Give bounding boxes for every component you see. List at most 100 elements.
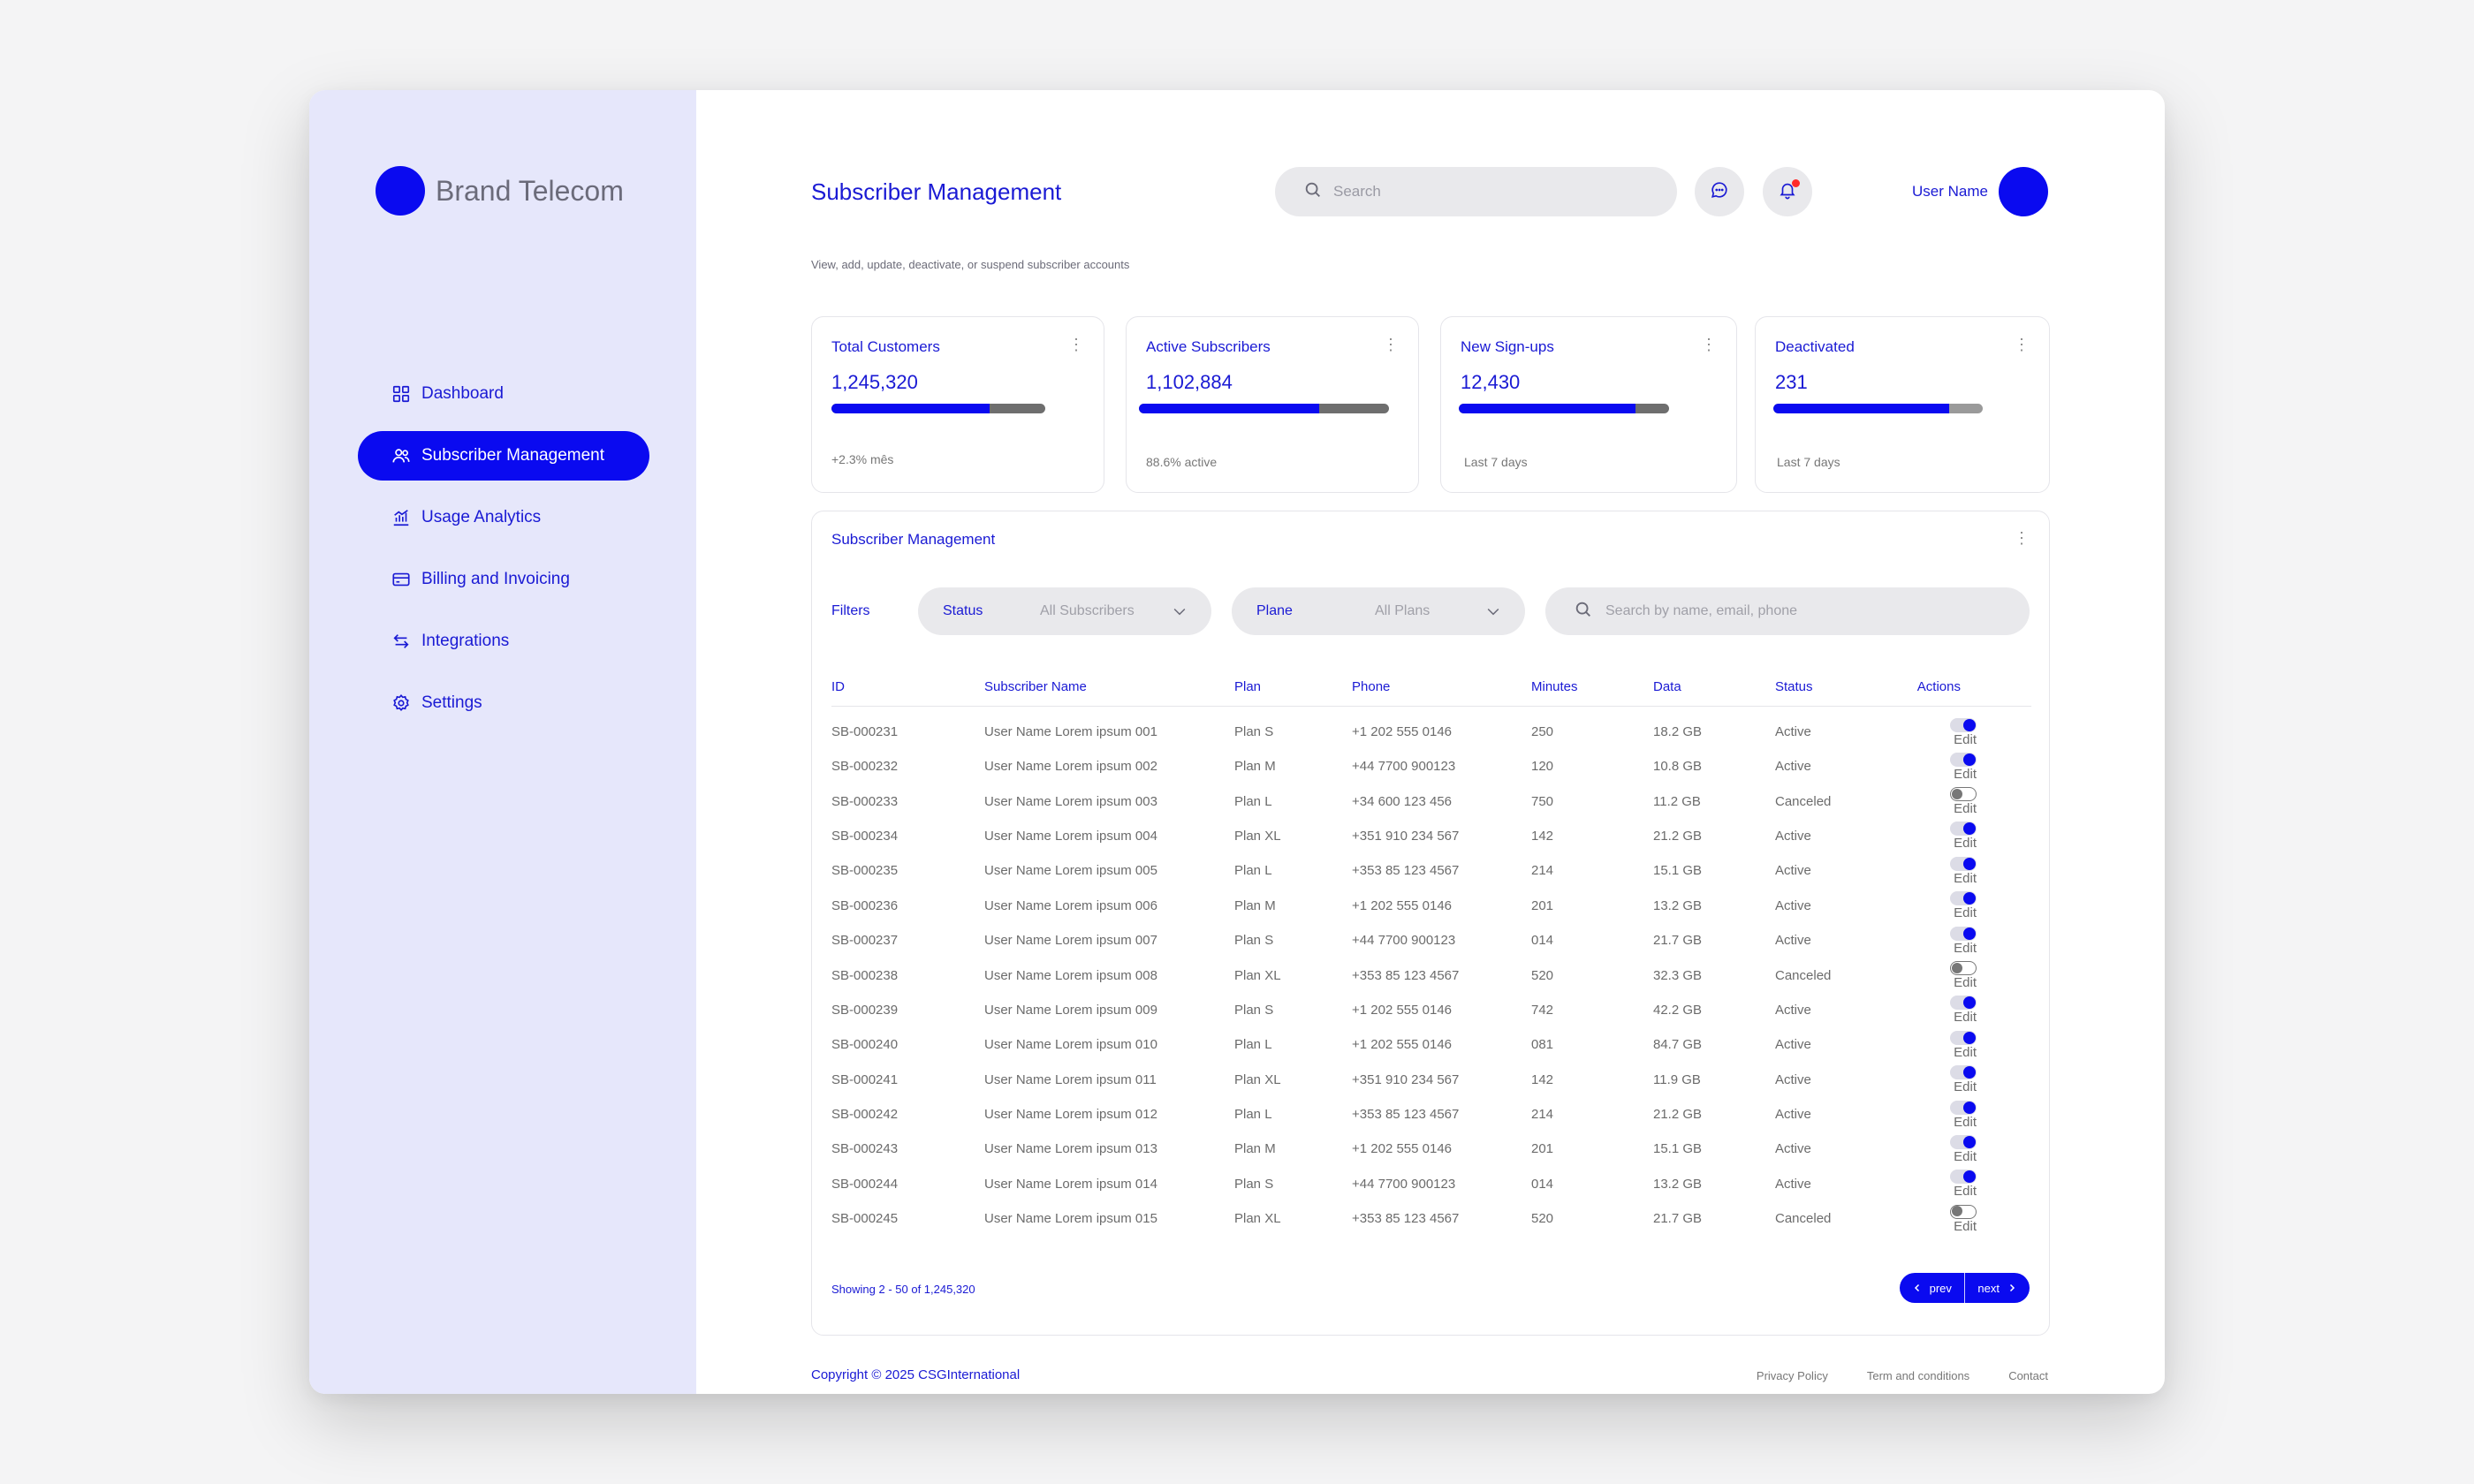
- table-row[interactable]: SB-000241 User Name Lorem ipsum 011 Plan X…: [831, 1063, 2031, 1097]
- sidebar-item-usage-analytics[interactable]: Usage Analytics: [358, 493, 649, 542]
- avatar: [1999, 167, 2048, 216]
- cell-status: Active: [1775, 1176, 1811, 1192]
- more-icon[interactable]: ⋮: [1701, 337, 1717, 352]
- status-toggle[interactable]: [1950, 1030, 1977, 1045]
- messages-button[interactable]: [1695, 167, 1744, 216]
- status-toggle[interactable]: [1950, 1100, 1977, 1115]
- sidebar-item-integrations[interactable]: Integrations: [358, 617, 649, 666]
- table-row[interactable]: SB-000240 User Name Lorem ipsum 010 Plan L…: [831, 1027, 2031, 1062]
- sidebar-item-dashboard[interactable]: Dashboard: [358, 369, 649, 419]
- table-search-input[interactable]: [1605, 603, 2012, 619]
- cell-data: 18.2 GB: [1653, 724, 1703, 740]
- edit-link[interactable]: Edit: [1954, 871, 1977, 886]
- table-row[interactable]: SB-000243 User Name Lorem ipsum 013 Plan M…: [831, 1132, 2031, 1166]
- brand[interactable]: Brand Telecom: [376, 166, 624, 216]
- pagination: prev next: [1899, 1273, 2030, 1303]
- status-toggle[interactable]: [1950, 1170, 1977, 1185]
- cell-data: 21.2 GB: [1653, 1107, 1703, 1123]
- table-row[interactable]: SB-000239 User Name Lorem ipsum 009 Plan S…: [831, 993, 2031, 1027]
- table-row[interactable]: SB-000235 User Name Lorem ipsum 005 Plan L…: [831, 853, 2031, 888]
- terms-link[interactable]: Term and conditions: [1867, 1369, 1969, 1382]
- more-icon[interactable]: ⋮: [1383, 337, 1399, 352]
- edit-link[interactable]: Edit: [1954, 1045, 1977, 1060]
- cell-data: 21.7 GB: [1653, 1211, 1703, 1227]
- status-toggle[interactable]: [1950, 752, 1977, 767]
- edit-link[interactable]: Edit: [1954, 905, 1977, 920]
- table-row[interactable]: SB-000236 User Name Lorem ipsum 006 Plan M…: [831, 889, 2031, 923]
- contact-link[interactable]: Contact: [2008, 1369, 2048, 1382]
- status-toggle[interactable]: [1950, 856, 1977, 871]
- notifications-button[interactable]: [1763, 167, 1812, 216]
- user-menu[interactable]: User Name: [1912, 167, 2048, 216]
- cell-phone: +1 202 555 0146: [1352, 724, 1453, 740]
- edit-link[interactable]: Edit: [1954, 941, 1977, 956]
- status-toggle[interactable]: [1950, 961, 1977, 976]
- card-title: New Sign-ups: [1461, 338, 1554, 355]
- cell-name: User Name Lorem ipsum 014: [984, 1176, 1157, 1192]
- status-toggle[interactable]: [1950, 891, 1977, 906]
- table-row[interactable]: SB-000244 User Name Lorem ipsum 014 Plan S…: [831, 1167, 2031, 1201]
- cell-phone: +353 85 123 4567: [1352, 1211, 1460, 1227]
- sidebar-item-settings[interactable]: Settings: [358, 678, 649, 728]
- edit-link[interactable]: Edit: [1954, 732, 1977, 747]
- sidebar-item-billing[interactable]: Billing and Invoicing: [358, 555, 649, 604]
- edit-link[interactable]: Edit: [1954, 836, 1977, 851]
- prev-page-button[interactable]: prev: [1900, 1273, 1964, 1303]
- status-toggle[interactable]: [1950, 926, 1977, 941]
- table-row[interactable]: SB-000237 User Name Lorem ipsum 007 Plan S…: [831, 923, 2031, 958]
- table-row[interactable]: SB-000232 User Name Lorem ipsum 002 Plan M…: [831, 749, 2031, 784]
- cell-plan: Plan XL: [1234, 1211, 1281, 1227]
- edit-link[interactable]: Edit: [1954, 1184, 1977, 1199]
- table-row[interactable]: SB-000234 User Name Lorem ipsum 004 Plan X…: [831, 819, 2031, 853]
- cell-status: Active: [1775, 1002, 1811, 1018]
- cell-plan: Plan L: [1234, 863, 1272, 879]
- column-header-name[interactable]: Subscriber Name: [984, 669, 1234, 707]
- progress-fill: [1773, 404, 1950, 413]
- privacy-policy-link[interactable]: Privacy Policy: [1757, 1369, 1828, 1382]
- card-value: 1,245,320: [831, 371, 918, 393]
- column-header-phone[interactable]: Phone: [1352, 669, 1531, 707]
- table-search[interactable]: [1545, 587, 2030, 635]
- more-icon[interactable]: ⋮: [2014, 337, 2030, 352]
- global-search[interactable]: [1275, 167, 1677, 216]
- status-toggle[interactable]: [1950, 996, 1977, 1011]
- more-icon[interactable]: ⋮: [2014, 529, 2030, 548]
- column-header-plan[interactable]: Plan: [1234, 669, 1352, 707]
- column-header-status[interactable]: Status: [1775, 669, 1899, 707]
- column-header-id[interactable]: ID: [831, 669, 984, 707]
- search-input[interactable]: [1333, 183, 1651, 201]
- table-row[interactable]: SB-000233 User Name Lorem ipsum 003 Plan L…: [831, 784, 2031, 818]
- column-header-data[interactable]: Data: [1653, 669, 1775, 707]
- table-row[interactable]: SB-000245 User Name Lorem ipsum 015 Plan X…: [831, 1201, 2031, 1236]
- chevron-right-icon: [2009, 1283, 2015, 1292]
- table-row[interactable]: SB-000238 User Name Lorem ipsum 008 Plan X…: [831, 958, 2031, 992]
- column-header-minutes[interactable]: Minutes: [1531, 669, 1653, 707]
- plan-filter[interactable]: Plane All Plans: [1232, 587, 1525, 635]
- edit-link[interactable]: Edit: [1954, 1010, 1977, 1025]
- table-row[interactable]: SB-000242 User Name Lorem ipsum 012 Plan L…: [831, 1097, 2031, 1132]
- edit-link[interactable]: Edit: [1954, 767, 1977, 782]
- edit-link[interactable]: Edit: [1954, 1079, 1977, 1094]
- next-page-button[interactable]: next: [1965, 1273, 2030, 1303]
- status-toggle[interactable]: [1950, 1065, 1977, 1080]
- status-toggle[interactable]: [1950, 717, 1977, 732]
- sidebar-item-label: Dashboard: [421, 384, 504, 403]
- cell-actions: Edit: [1899, 993, 2031, 1027]
- status-toggle[interactable]: [1950, 822, 1977, 837]
- edit-link[interactable]: Edit: [1954, 1115, 1977, 1130]
- page-subtitle: View, add, update, deactivate, or suspen…: [811, 258, 1130, 271]
- table-row[interactable]: SB-000231 User Name Lorem ipsum 001 Plan S…: [831, 706, 2031, 749]
- cell-name: User Name Lorem ipsum 008: [984, 967, 1157, 983]
- status-toggle[interactable]: [1950, 1135, 1977, 1149]
- more-icon[interactable]: ⋮: [1068, 337, 1084, 352]
- sidebar-item-subscriber-management[interactable]: Subscriber Management: [358, 431, 649, 481]
- edit-link[interactable]: Edit: [1954, 1149, 1977, 1164]
- edit-link[interactable]: Edit: [1954, 1219, 1977, 1234]
- status-toggle[interactable]: [1950, 787, 1977, 802]
- status-filter[interactable]: Status All Subscribers: [918, 587, 1211, 635]
- edit-link[interactable]: Edit: [1954, 975, 1977, 990]
- brand-name: Brand Telecom: [436, 174, 624, 207]
- edit-link[interactable]: Edit: [1954, 801, 1977, 816]
- cell-actions: Edit: [1899, 1097, 2031, 1132]
- status-toggle[interactable]: [1950, 1204, 1977, 1219]
